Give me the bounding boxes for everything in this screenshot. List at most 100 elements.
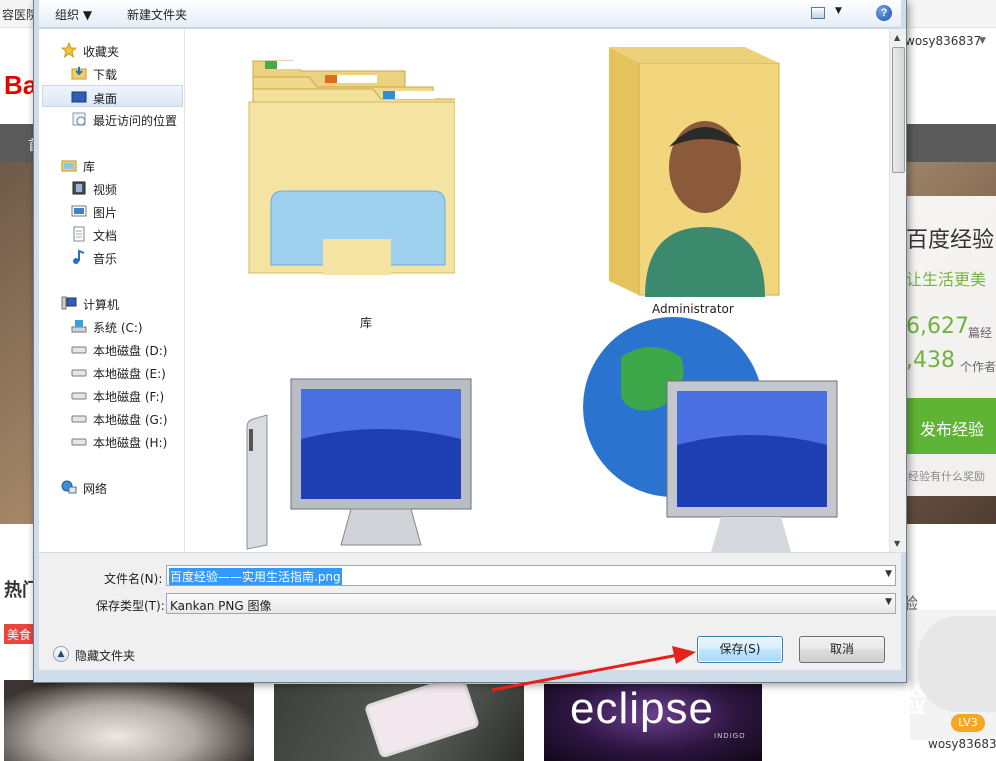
- hide-folders-label: 隐藏文件夹: [75, 649, 136, 663]
- file-item-libraries[interactable]: 库: [215, 49, 455, 330]
- file-item-computer[interactable]: [241, 359, 481, 552]
- nav-item-drive-h[interactable]: 本地磁盘 (H:): [39, 430, 185, 452]
- filename-input[interactable]: 百度经验——实用生活指南.png ▼: [166, 565, 896, 586]
- nav-label: 桌面: [93, 92, 118, 106]
- nav-label: 系统 (C:): [93, 321, 143, 335]
- save-form: 文件名(N): 百度经验——实用生活指南.png ▼ 保存类型(T): Kank…: [39, 552, 901, 670]
- scroll-up-icon[interactable]: ▲: [894, 33, 900, 42]
- user-folder-icon: [609, 47, 780, 297]
- nav-item-documents[interactable]: 文档: [39, 223, 185, 245]
- nav-label: 视频: [93, 183, 118, 197]
- nav-item-drive-g[interactable]: 本地磁盘 (G:): [39, 407, 185, 429]
- filetype-label: 保存类型(T):: [96, 599, 165, 613]
- desktop-icon: [71, 89, 87, 105]
- publish-experience-button[interactable]: 发布经验: [906, 398, 996, 454]
- music-icon: [71, 249, 87, 265]
- drive-icon: [71, 341, 87, 357]
- file-item-label: 库: [360, 316, 373, 330]
- bg-thumbnail-rice[interactable]: [4, 680, 254, 761]
- nav-label: 文档: [93, 229, 118, 243]
- nav-label: 计算机: [83, 298, 120, 312]
- network-icon: [583, 317, 838, 552]
- nav-item-pictures[interactable]: 图片: [39, 200, 185, 222]
- nav-item-drive-d[interactable]: 本地磁盘 (D:): [39, 338, 185, 360]
- navigation-pane: 收藏夹 下载 桌面 最近访问的位置 库 视频 图片 文档 音乐 计算机 系统 (…: [39, 29, 185, 552]
- card-count-1-unit: 篇经: [968, 326, 993, 340]
- nav-item-downloads[interactable]: 下载: [39, 62, 185, 84]
- nav-label: 收藏夹: [83, 45, 120, 59]
- nav-item-drive-f[interactable]: 本地磁盘 (F:): [39, 384, 185, 406]
- card-slogan: 让生活更美: [906, 270, 987, 289]
- documents-icon: [71, 226, 87, 242]
- nav-label: 本地磁盘 (E:): [93, 367, 166, 381]
- nav-label: 最近访问的位置: [93, 114, 178, 128]
- nav-label: 网络: [83, 482, 108, 496]
- computer-icon: [61, 295, 77, 311]
- nav-item-recent-places[interactable]: 最近访问的位置: [39, 108, 185, 130]
- card-title: 百度经验: [906, 228, 995, 253]
- avatar[interactable]: [918, 616, 996, 712]
- chevron-down-icon[interactable]: ▼: [835, 6, 842, 16]
- filetype-value: Kankan PNG 图像: [170, 599, 272, 613]
- file-item-label: Administrator: [652, 302, 734, 316]
- video-icon: [71, 180, 87, 196]
- dialog-toolbar: 组织 ▼ 新建文件夹 ▼ ?: [39, 0, 901, 28]
- download-folder-icon: [71, 65, 87, 81]
- nav-item-desktop[interactable]: 桌面: [42, 85, 183, 107]
- recent-places-icon: [71, 111, 87, 127]
- nav-item-drive-e[interactable]: 本地磁盘 (E:): [39, 361, 185, 383]
- nav-label: 下载: [93, 68, 118, 82]
- change-view-icon[interactable]: [811, 7, 825, 19]
- filetype-select[interactable]: Kankan PNG 图像 ▼: [166, 593, 896, 614]
- star-icon: [60, 41, 78, 58]
- card-count-2: ,438: [906, 348, 955, 373]
- scroll-down-icon[interactable]: ▼: [894, 539, 900, 548]
- library-icon: [61, 157, 77, 173]
- save-as-dialog: 组织 ▼ 新建文件夹 ▼ ? 收藏夹 下载 桌面 最近访问的位置 库 视频 图片…: [33, 0, 907, 683]
- system-drive-icon: [71, 318, 87, 334]
- chevron-up-icon: ▲: [53, 646, 69, 662]
- nav-label: 本地磁盘 (F:): [93, 390, 165, 404]
- nav-item-libraries[interactable]: 库: [39, 154, 185, 176]
- drive-icon: [71, 410, 87, 426]
- help-icon[interactable]: ?: [876, 5, 892, 21]
- cancel-button[interactable]: 取消: [799, 636, 885, 663]
- filename-label: 文件名(N):: [104, 572, 163, 586]
- eclipse-logo-text: eclipse: [570, 684, 714, 733]
- card-count-1: 6,627: [906, 314, 969, 339]
- nav-label: 本地磁盘 (H:): [93, 436, 168, 450]
- filename-value: 百度经验——实用生活指南.png: [169, 568, 342, 585]
- card-count-2-unit: 个作者: [960, 360, 996, 374]
- nav-item-drive-c[interactable]: 系统 (C:): [39, 315, 185, 337]
- nav-label: 图片: [93, 206, 118, 220]
- organize-menu-button[interactable]: 组织 ▼: [55, 6, 92, 23]
- pictures-icon: [71, 203, 87, 219]
- file-list-pane: 库 Administrator: [185, 29, 889, 552]
- chevron-down-icon[interactable]: ▼: [885, 569, 892, 579]
- nav-item-music[interactable]: 音乐: [39, 246, 185, 268]
- eclipse-indigo-text: INDIGO: [714, 732, 746, 740]
- file-list-scrollbar[interactable]: ▲ ▼: [889, 29, 906, 552]
- chevron-down-icon[interactable]: ▼: [979, 36, 986, 46]
- drive-icon: [71, 387, 87, 403]
- nav-item-computer[interactable]: 计算机: [39, 292, 185, 314]
- nav-item-videos[interactable]: 视频: [39, 177, 185, 199]
- nav-label: 音乐: [93, 252, 118, 266]
- bg-username-2[interactable]: wosy83683: [928, 737, 996, 751]
- scrollbar-thumb[interactable]: [892, 47, 905, 173]
- file-item-administrator[interactable]: Administrator: [565, 37, 825, 319]
- drive-icon: [71, 433, 87, 449]
- nav-label: 库: [83, 160, 96, 174]
- nav-label: 本地磁盘 (D:): [93, 344, 168, 358]
- nav-item-favorites[interactable]: 收藏夹: [39, 39, 185, 61]
- chevron-down-icon[interactable]: ▼: [885, 597, 892, 607]
- save-button[interactable]: 保存(S): [697, 636, 783, 663]
- card-reward-link[interactable]: 经验有什么奖励: [908, 468, 985, 484]
- file-item-network[interactable]: [581, 317, 841, 552]
- new-folder-button[interactable]: 新建文件夹: [127, 6, 187, 23]
- level-badge: LV3: [951, 714, 985, 732]
- watermark-url: jingyan.baidu.com: [765, 718, 895, 734]
- bg-username[interactable]: wosy836837: [905, 34, 981, 48]
- drive-icon: [71, 364, 87, 380]
- nav-item-network[interactable]: 网络: [39, 476, 185, 498]
